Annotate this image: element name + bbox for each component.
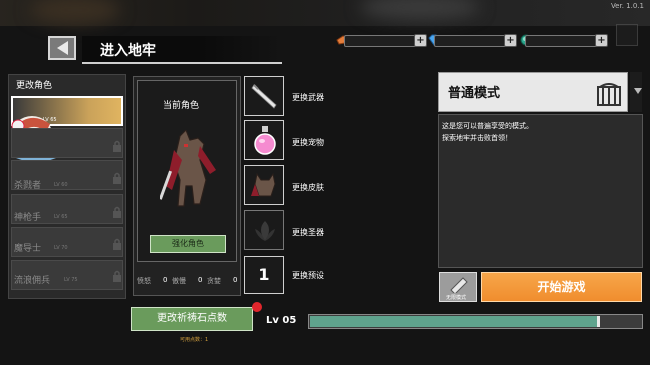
available-points-hint: 可用点数：1 [180,337,209,343]
change-pet-label: 更换宠物 [292,138,324,147]
mode-description-line: 这是您可以普遍享受的模式。 [442,122,533,130]
pet-slot[interactable] [244,120,284,160]
stat-label: 傲慢 [172,277,186,285]
character-level: LV 70 [54,245,68,251]
version-text: Ver. 1.0.1 [610,2,644,10]
character-name: 魔导士 [14,244,42,254]
character-item[interactable]: 杀戮者 LV 60 [11,160,123,191]
lock-icon [113,238,121,250]
relic-slot[interactable] [244,210,284,250]
account-level: Lv 05 [266,315,297,326]
back-arrow-icon [56,41,68,55]
character-list-title: 更改角色 [16,81,53,91]
endless-mode-label: 无限模式 [446,295,467,301]
endless-mode-button[interactable]: 无限模式 [439,272,477,302]
back-button[interactable] [48,36,76,60]
lock-icon [113,172,121,184]
change-relic-label: 更换圣器 [292,228,324,237]
material-counter: 0 [525,35,605,47]
stat-value: 0 [163,276,168,284]
change-prayer-stone-button[interactable]: 更改祈祷石点数 [131,307,253,331]
stat-label: 贪婪 [207,277,221,285]
character-level: LV 65 [54,214,68,220]
character-item[interactable] [11,128,123,158]
mode-description-line: 探索地牢并击败首领！ [442,134,512,142]
pause-button[interactable] [616,24,638,46]
character-name: 流浪佣兵 [14,276,51,286]
coin-counter: 0 [344,35,424,47]
character-item[interactable]: 流浪佣兵 LV 75 [11,260,123,290]
potion-icon [254,126,276,155]
upgrade-character-button[interactable]: 强化角色 [150,235,226,253]
character-name: 神枪手 [14,213,42,223]
lock-icon [113,140,121,152]
change-preset-label: 更换预设 [292,271,324,280]
material-add-button[interactable]: + [595,34,608,47]
stat-label: 愤怒 [137,277,151,285]
character-sprite [160,130,216,207]
character-name: 杀戮者 [14,181,42,191]
cage-icon [597,83,621,106]
stat-value: 0 [198,276,203,284]
pencil-icon [450,277,468,293]
level-progress-fill [310,316,598,327]
coin-add-button[interactable]: + [414,34,427,47]
sword-icon [251,84,277,109]
skin-slot[interactable] [244,165,284,205]
skin-icon [251,172,276,197]
character-level: LV 75 [64,277,78,283]
notification-dot [252,302,262,312]
chevron-down-icon[interactable] [634,88,642,94]
gem-add-button[interactable]: + [504,34,517,47]
change-skin-label: 更换皮肤 [292,183,324,192]
relic-icon [255,221,275,241]
level-progress-marker [597,316,600,327]
lock-icon [113,206,121,218]
current-character-label: 当前角色 [163,101,200,111]
character-item[interactable]: 魔导士 LV 70 [11,227,123,257]
start-game-button[interactable]: 开始游戏 [481,272,642,302]
lock-icon [113,270,121,282]
page-title: 进入地牢 [100,43,156,59]
change-weapon-label: 更换武器 [292,93,324,102]
weapon-slot[interactable] [244,76,284,116]
gem-counter: 0 [434,35,514,47]
character-level: LV 60 [54,182,68,188]
character-item[interactable]: 神枪手 LV 65 [11,194,123,224]
level-progress-bar [308,314,643,329]
stat-value: 0 [233,276,238,284]
mode-title: 普通模式 [448,86,501,101]
preset-slot[interactable]: 1 [244,256,284,294]
